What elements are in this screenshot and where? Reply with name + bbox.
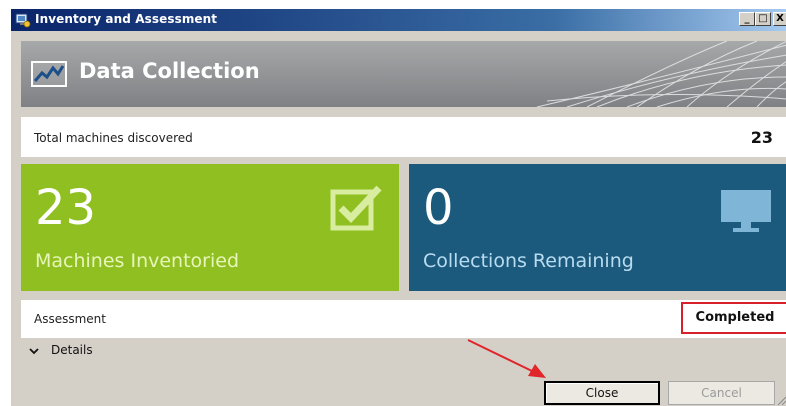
tile-machines-inventoried: 23 Machines Inventoried	[21, 164, 399, 291]
summary-value: 23	[750, 128, 773, 147]
cancel-button[interactable]: Cancel	[668, 381, 775, 405]
header-banner: Data Collection	[21, 41, 786, 107]
tile-count: 23	[35, 180, 97, 236]
checkbox-checked-icon	[330, 185, 382, 231]
banner-title: Data Collection	[79, 59, 260, 83]
maximize-button[interactable]: □	[755, 12, 771, 26]
assessment-row: Assessment Completed	[21, 300, 786, 338]
tile-collections-remaining: 0 Collections Remaining	[409, 164, 786, 291]
tile-count: 0	[423, 180, 454, 236]
app-icon	[15, 13, 31, 28]
window-title: Inventory and Assessment	[35, 12, 218, 26]
tile-label: Machines Inventoried	[35, 250, 240, 272]
chevron-down-icon	[29, 348, 39, 355]
close-window-button[interactable]: X	[773, 12, 786, 26]
chart-line-icon	[31, 61, 67, 87]
close-button[interactable]: Close	[544, 381, 660, 405]
details-label: Details	[51, 343, 93, 357]
summary-label: Total machines discovered	[34, 131, 193, 145]
minimize-button[interactable]: _	[739, 12, 755, 26]
resize-grip[interactable]	[775, 394, 786, 406]
title-bar[interactable]: Inventory and Assessment _ □ X	[11, 9, 786, 31]
tile-label: Collections Remaining	[423, 250, 634, 272]
mesh-decoration	[536, 41, 786, 107]
assessment-status: Completed	[681, 302, 786, 334]
summary-row: Total machines discovered 23	[21, 117, 786, 157]
dialog-content: Data Collection Total machines discovere…	[11, 31, 786, 406]
inventory-window: Inventory and Assessment _ □ X Data Coll…	[10, 8, 786, 406]
monitor-icon	[721, 190, 771, 232]
assessment-label: Assessment	[34, 312, 106, 326]
